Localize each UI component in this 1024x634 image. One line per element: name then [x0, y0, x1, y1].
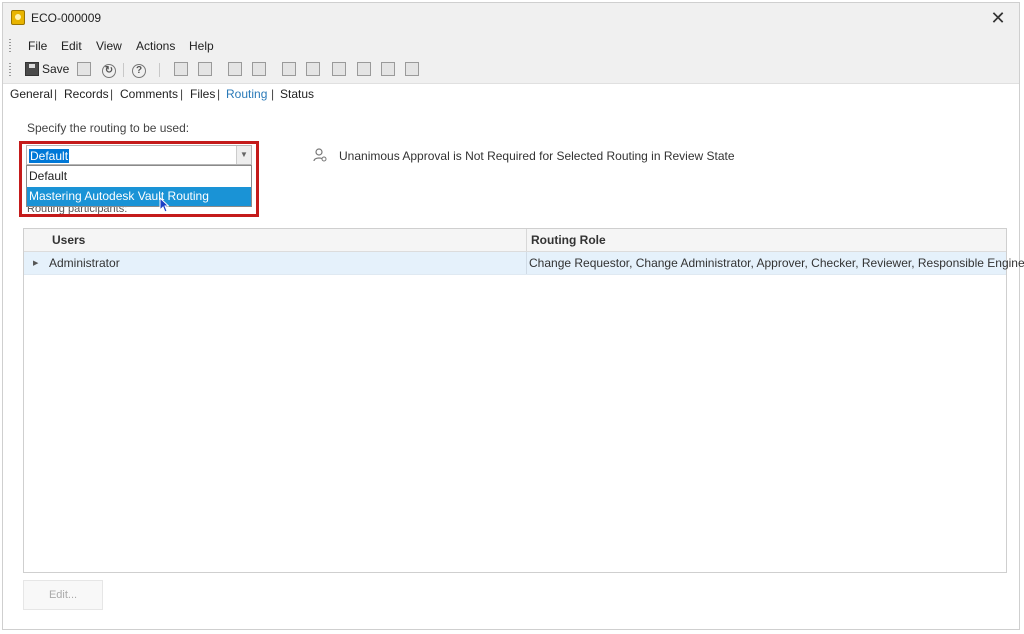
routing-dropdown: Default Mastering Autodesk Vault Routing	[26, 165, 252, 207]
routing-option-mastering[interactable]: Mastering Autodesk Vault Routing	[27, 187, 251, 206]
eco-window: ECO-000009 ✕ File Edit View Actions Help…	[2, 2, 1024, 630]
toolbar-divider	[159, 63, 160, 77]
eco-icon	[11, 10, 25, 25]
add-file-button[interactable]	[282, 62, 296, 78]
tab-separator: |	[110, 87, 114, 101]
tab-status[interactable]: Status	[280, 87, 314, 101]
user-cell: Administrator	[49, 256, 120, 270]
routing-select-value: Default	[29, 149, 70, 163]
table-row[interactable]: ▶ Administrator Change Requestor, Change…	[24, 252, 1024, 275]
remove-record-button[interactable]	[198, 62, 212, 78]
chevron-down-icon[interactable]: ▼	[236, 146, 251, 164]
tab-files[interactable]: Files	[190, 87, 215, 101]
close-button[interactable]: ✕	[987, 7, 1009, 29]
tab-separator: |	[271, 87, 275, 101]
grid-header: Users Routing Role	[24, 229, 1006, 252]
tab-comments[interactable]: Comments	[120, 87, 178, 101]
add-file-icon	[282, 62, 296, 76]
menu-edit[interactable]: Edit	[61, 39, 82, 53]
tab-general[interactable]: General	[10, 87, 53, 101]
add-record-button[interactable]	[174, 62, 188, 78]
add-record-icon	[174, 62, 188, 76]
tab-routing[interactable]: Routing	[226, 87, 267, 101]
reject-button[interactable]	[381, 62, 395, 78]
help-icon: ?	[132, 64, 146, 78]
column-routing-role[interactable]: Routing Role	[531, 233, 606, 247]
toolbar-divider	[123, 63, 124, 77]
column-divider[interactable]	[526, 229, 527, 251]
routing-participants-grid: Users Routing Role ▶ Administrator Chang…	[23, 228, 1024, 573]
save-label: Save	[42, 62, 70, 76]
move-up-icon	[228, 62, 242, 76]
properties-icon	[77, 62, 91, 76]
markup-button[interactable]	[332, 62, 346, 78]
routing-role-cell: Change Requestor, Change Administrator, …	[529, 256, 1024, 270]
routing-prompt: Specify the routing to be used:	[27, 121, 190, 135]
toolbar-grip-icon	[9, 63, 11, 76]
refresh-button[interactable]: ↻	[102, 62, 116, 78]
menu-help[interactable]: Help	[189, 39, 214, 53]
tab-separator: |	[217, 87, 221, 101]
person-icon	[313, 148, 327, 162]
menu-grip-icon	[9, 39, 11, 52]
tab-separator: |	[180, 87, 184, 101]
tab-records[interactable]: Records	[64, 87, 109, 101]
menu-view[interactable]: View	[96, 39, 122, 53]
menu-file[interactable]: File	[28, 39, 47, 53]
toolbar: Save ↻ ?	[3, 57, 1019, 84]
reject-icon	[381, 62, 395, 76]
attach-icon	[306, 62, 320, 76]
help-button[interactable]: ?	[132, 62, 146, 78]
markup-icon	[332, 62, 346, 76]
expand-row-icon[interactable]: ▶	[33, 259, 38, 267]
approve-icon	[357, 62, 371, 76]
refresh-icon: ↻	[102, 64, 116, 78]
move-down-button[interactable]	[252, 62, 266, 78]
tab-separator: |	[54, 87, 58, 101]
move-up-button[interactable]	[228, 62, 242, 78]
report-icon	[405, 62, 419, 76]
mouse-cursor-icon	[159, 197, 169, 213]
save-button[interactable]: Save	[25, 62, 69, 78]
cell-divider	[526, 252, 527, 274]
report-button[interactable]	[405, 62, 419, 78]
approval-note-text: Unanimous Approval is Not Required for S…	[339, 149, 735, 163]
title-bar: ECO-000009 ✕	[3, 3, 1019, 33]
move-down-icon	[252, 62, 266, 76]
save-icon	[25, 62, 39, 76]
window-title: ECO-000009	[31, 11, 102, 25]
menu-actions[interactable]: Actions	[136, 39, 175, 53]
routing-select[interactable]: Default ▼	[26, 145, 252, 165]
edit-button[interactable]: Edit...	[23, 580, 103, 610]
remove-record-icon	[198, 62, 212, 76]
attach-button[interactable]	[306, 62, 320, 78]
properties-button[interactable]	[77, 62, 91, 78]
routing-option-default[interactable]: Default	[27, 167, 251, 186]
approve-button[interactable]	[357, 62, 371, 78]
menu-bar: File Edit View Actions Help	[3, 33, 1019, 57]
column-users[interactable]: Users	[52, 233, 85, 247]
